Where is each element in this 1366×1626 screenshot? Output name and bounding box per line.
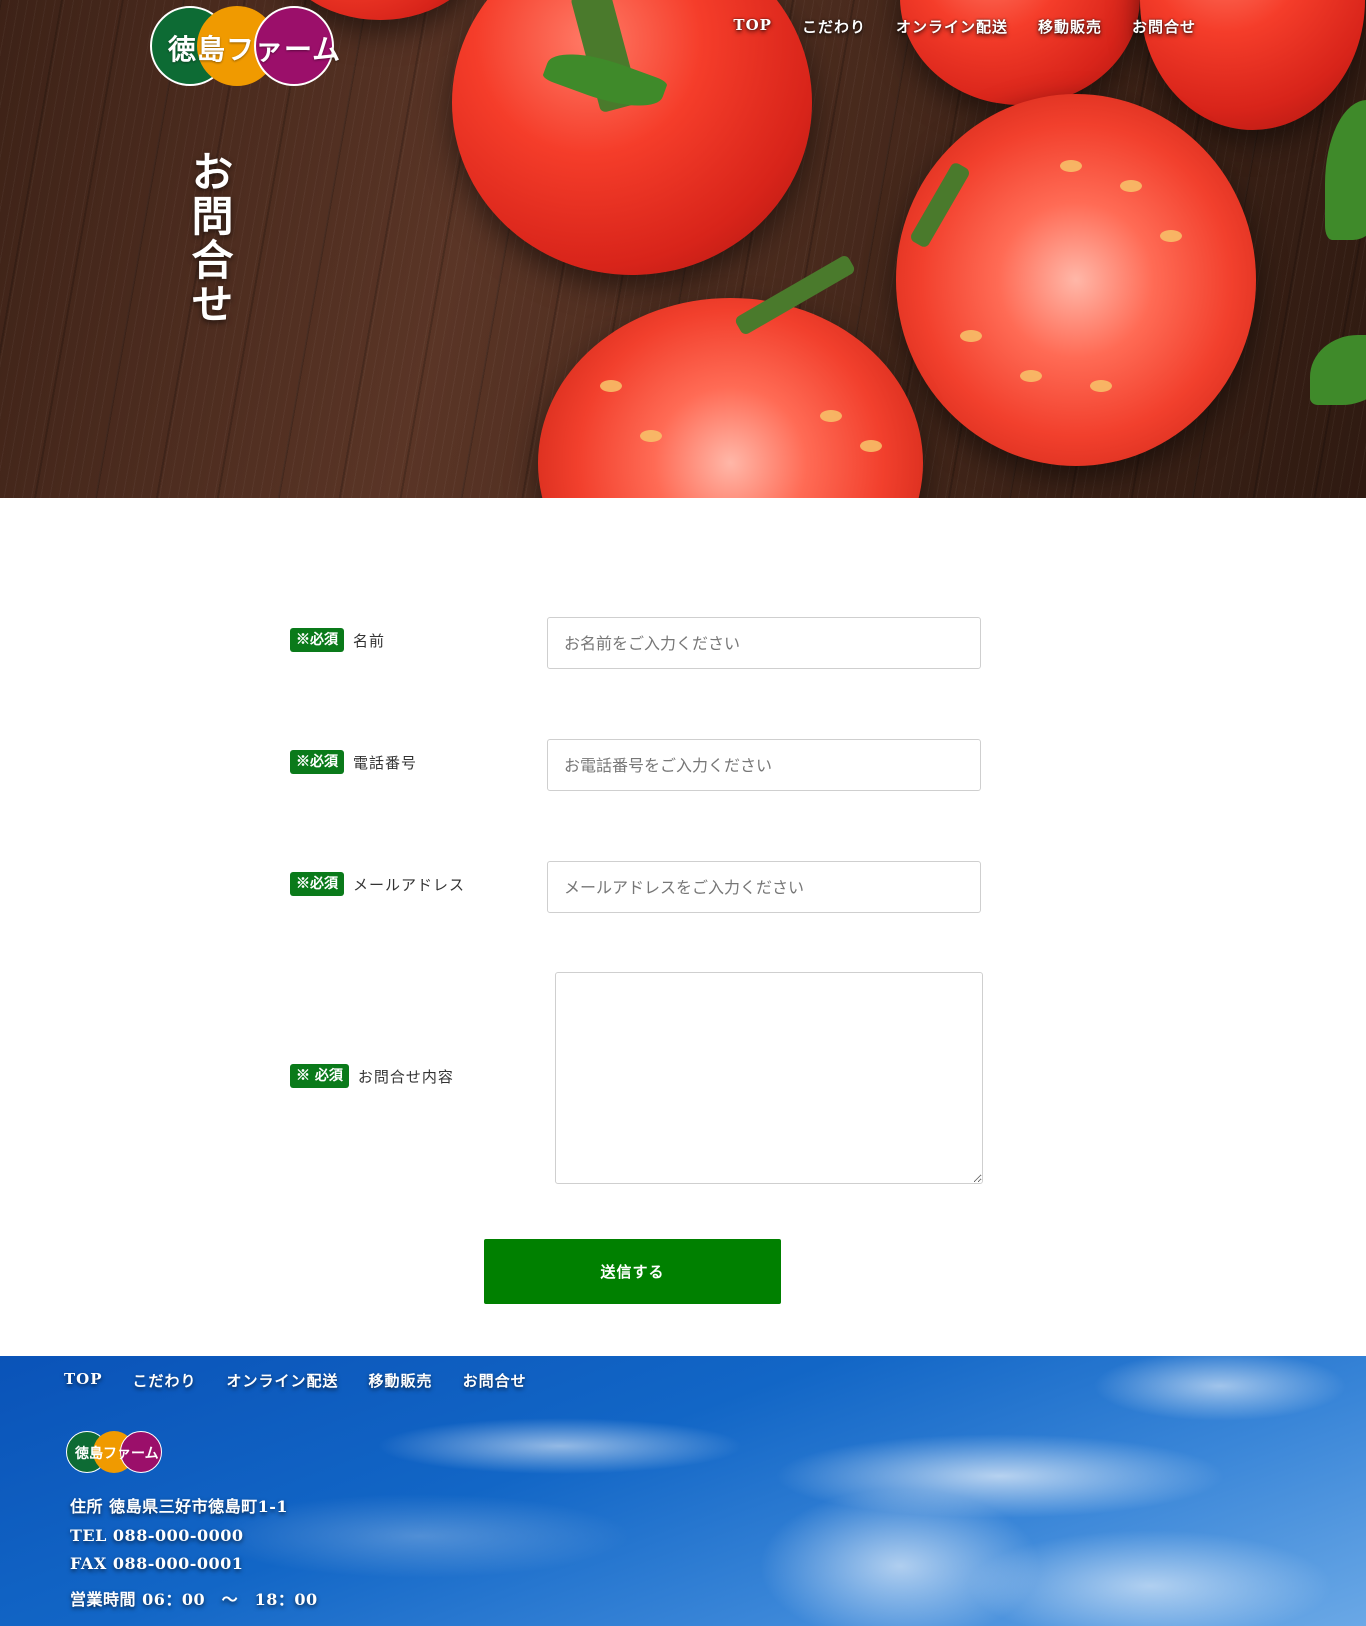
- seed-image: [820, 410, 842, 422]
- phone-row: ※必須 電話番号: [290, 750, 417, 774]
- footer-logo-text: 徳島ファーム: [75, 1446, 159, 1462]
- footer-nav-contact[interactable]: お問合せ: [463, 1370, 527, 1391]
- footer-nav-mobile-sales[interactable]: 移動販売: [369, 1370, 433, 1391]
- seed-image: [1090, 380, 1112, 392]
- email-input[interactable]: [547, 861, 981, 913]
- footer-fax: FAX 088-000-0001: [70, 1554, 244, 1573]
- name-input[interactable]: [547, 617, 981, 669]
- footer: TOP こだわり オンライン配送 移動販売 お問合せ 徳島ファーム 住所 徳島県…: [0, 1356, 1366, 1626]
- leaf-image: [1325, 100, 1366, 240]
- tomato-image: [452, 0, 812, 275]
- message-label: お問合せ内容: [357, 1067, 454, 1086]
- nav-kodawari[interactable]: こだわり: [802, 16, 866, 37]
- seed-image: [1020, 370, 1042, 382]
- footer-nav-online-delivery[interactable]: オンライン配送: [227, 1370, 339, 1391]
- page-title: お問合せ: [185, 150, 234, 326]
- nav-contact[interactable]: お問合せ: [1132, 16, 1196, 37]
- submit-button[interactable]: 送信する: [484, 1239, 781, 1304]
- tomato-half-image: [896, 94, 1256, 466]
- hero-banner: 徳島ファーム TOP こだわり オンライン配送 移動販売 お問合せ お問合せ: [0, 0, 1366, 498]
- seed-image: [1120, 180, 1142, 192]
- nav-mobile-sales[interactable]: 移動販売: [1038, 16, 1102, 37]
- seed-image: [960, 330, 982, 342]
- required-badge: ※必須: [290, 628, 344, 652]
- tomato-half-image: [538, 298, 923, 498]
- footer-hours: 営業時間 06：00 〜 18：00: [70, 1590, 318, 1609]
- phone-label: 電話番号: [353, 753, 418, 772]
- email-row: ※必須 メールアドレス: [290, 872, 465, 896]
- logo-text: 徳島ファーム: [168, 33, 342, 66]
- seed-image: [600, 380, 622, 392]
- leaf-image: [1310, 335, 1366, 405]
- message-row: ※ 必須 お問合せ内容: [290, 1064, 454, 1088]
- required-badge: ※ 必須: [290, 1064, 349, 1088]
- nav-online-delivery[interactable]: オンライン配送: [896, 16, 1008, 37]
- seed-image: [1160, 230, 1182, 242]
- seed-image: [640, 430, 662, 442]
- header-nav: TOP こだわり オンライン配送 移動販売 お問合せ: [733, 16, 1196, 37]
- name-row: ※必須 名前: [290, 628, 385, 652]
- footer-logo[interactable]: 徳島ファーム: [66, 1431, 166, 1475]
- footer-nav-top[interactable]: TOP: [64, 1370, 103, 1391]
- required-badge: ※必須: [290, 872, 344, 896]
- phone-input[interactable]: [547, 739, 981, 791]
- footer-nav: TOP こだわり オンライン配送 移動販売 お問合せ: [64, 1370, 527, 1391]
- footer-tel: TEL 088-000-0000: [70, 1526, 244, 1545]
- logo[interactable]: 徳島ファーム: [150, 6, 340, 90]
- required-badge: ※必須: [290, 750, 344, 774]
- name-label: 名前: [353, 631, 386, 650]
- footer-address: 住所 徳島県三好市徳島町1-1: [70, 1497, 288, 1516]
- message-textarea[interactable]: [555, 972, 983, 1184]
- seed-image: [1060, 160, 1082, 172]
- footer-nav-kodawari[interactable]: こだわり: [133, 1370, 197, 1391]
- seed-image: [860, 440, 882, 452]
- email-label: メールアドレス: [353, 875, 466, 894]
- nav-top[interactable]: TOP: [733, 16, 772, 37]
